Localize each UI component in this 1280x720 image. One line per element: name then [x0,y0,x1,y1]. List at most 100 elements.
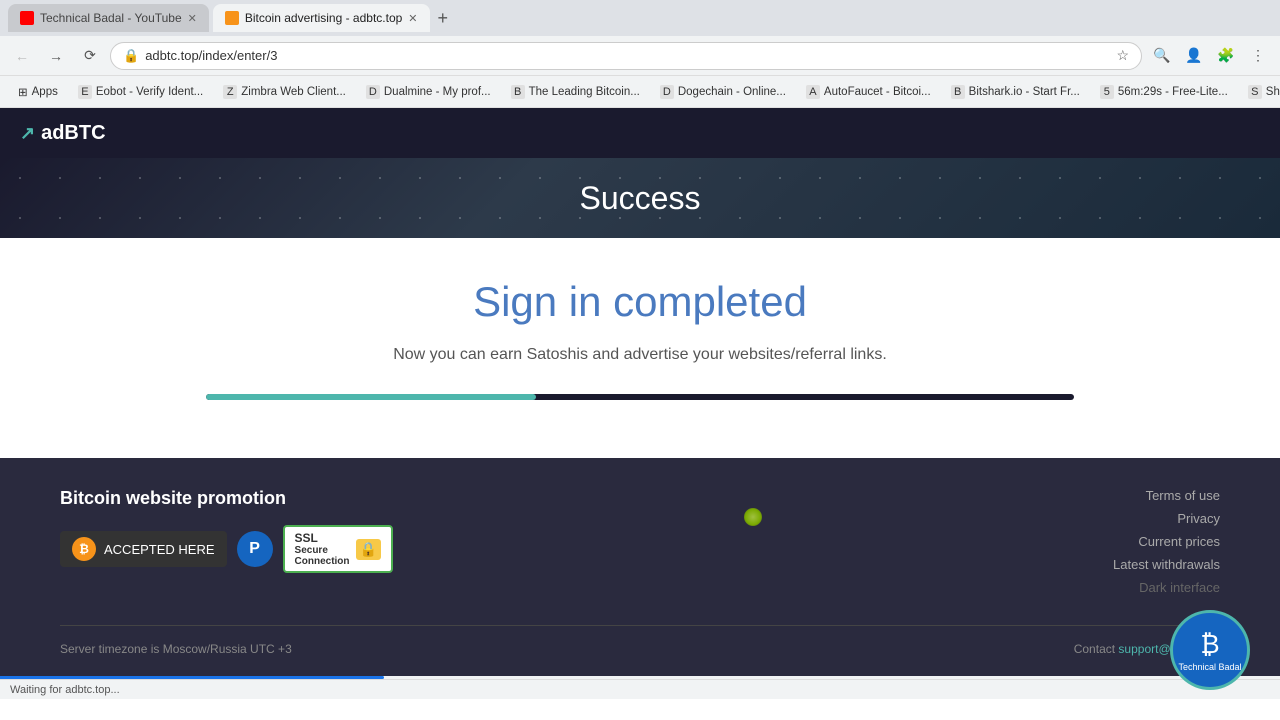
bookmark-dualmine-favicon: D [366,85,380,99]
bookmark-eobot[interactable]: E Eobot - Verify Ident... [70,83,211,101]
progress-bar-container [206,394,1074,400]
site-logo[interactable]: ↗ adBTC [20,122,106,145]
current-prices-link[interactable]: Current prices [1113,534,1220,549]
bookmark-zimbra[interactable]: Z Zimbra Web Client... [215,83,354,101]
bookmark-56m-favicon: 5 [1100,85,1114,99]
search-icon-btn[interactable]: 🔍 [1148,42,1176,70]
tab-youtube-close[interactable]: ✕ [188,12,197,25]
bookmark-dualmine-label: Dualmine - My prof... [384,86,491,98]
ssl-line2: Secure [295,545,350,556]
bookmark-zimbra-label: Zimbra Web Client... [241,86,346,98]
bookmark-dogechain[interactable]: D Dogechain - Online... [652,83,794,101]
payeer-letter: P [249,540,260,558]
bookmark-56m[interactable]: 5 56m:29s - Free-Lite... [1092,83,1236,101]
bookmark-autofaucet-label: AutoFaucet - Bitcoi... [824,86,931,98]
bookmark-shortlinks-label: Shortlinks | BTC Fau... [1266,86,1280,98]
browser-frame: Technical Badal - YouTube ✕ Bitcoin adve… [0,0,1280,699]
bookmark-shortlinks-favicon: S [1248,85,1262,99]
btc-badge-text: ACCEPTED HERE [104,542,215,557]
bookmark-bitshark[interactable]: B Bitshark.io - Start Fr... [943,83,1088,101]
footer-bottom: Server timezone is Moscow/Russia UTC +3 … [60,625,1220,656]
bookmark-bitshark-favicon: B [951,85,965,99]
user-avatar-bubble[interactable]: ₿ Technical Badal [1170,610,1250,690]
ssl-badge: SSL Secure Connection 🔒 [283,525,393,573]
hero-title: Success [580,180,701,217]
latest-withdrawals-link[interactable]: Latest withdrawals [1113,557,1220,572]
logo-text: adBTC [41,122,105,145]
bookmark-autofaucet-favicon: A [806,85,820,99]
tab-adbtc-close[interactable]: ✕ [408,12,417,25]
bookmark-dualmine[interactable]: D Dualmine - My prof... [358,83,499,101]
ssl-text: SSL Secure Connection [295,531,350,567]
footer-center-space [393,488,1113,548]
logo-arrow-icon: ↗ [20,123,35,144]
apps-icon: ⊞ [18,85,28,99]
profile-icon-btn[interactable]: 👤 [1180,42,1208,70]
browser-title-bar: Technical Badal - YouTube ✕ Bitcoin adve… [0,0,1280,36]
btc-icon: ₿ [72,537,96,561]
status-bar: Waiting for adbtc.top... [0,679,1280,699]
site-footer: Bitcoin website promotion ₿ ACCEPTED HER… [0,458,1280,676]
footer-promo-title: Bitcoin website promotion [60,488,393,509]
browser-nav-bar: ← → ⟳ 🔒 adbtc.top/index/enter/3 ☆ 🔍 👤 🧩 … [0,36,1280,76]
bookmark-56m-label: 56m:29s - Free-Lite... [1118,86,1228,98]
tab-youtube-favicon [20,11,34,25]
bookmark-leading-label: The Leading Bitcoin... [529,86,640,98]
address-text: adbtc.top/index/enter/3 [145,48,1110,63]
bookmark-dogechain-label: Dogechain - Online... [678,86,786,98]
bookmark-apps[interactable]: ⊞ Apps [10,83,66,101]
btc-accepted-badge: ₿ ACCEPTED HERE [60,531,227,567]
tab-youtube-label: Technical Badal - YouTube [40,11,182,25]
footer-left: Bitcoin website promotion ₿ ACCEPTED HER… [60,488,393,573]
footer-center [393,488,1113,548]
address-bar[interactable]: 🔒 adbtc.top/index/enter/3 ☆ [110,42,1142,70]
footer-timezone: Server timezone is Moscow/Russia UTC +3 [60,642,292,656]
bookmark-shortlinks[interactable]: S Shortlinks | BTC Fau... [1240,83,1280,101]
payeer-badge: P [237,531,273,567]
privacy-link[interactable]: Privacy [1113,511,1220,526]
new-tab-button[interactable]: + [438,8,449,29]
cursor-dot [744,508,762,526]
dark-interface-link[interactable]: Dark interface [1113,580,1220,595]
tab-adbtc-favicon [225,11,239,25]
browser-loading-fill [0,676,384,679]
bookmark-star-icon[interactable]: ☆ [1116,47,1129,64]
lock-icon: 🔒 [123,48,139,64]
bookmark-eobot-favicon: E [78,85,92,99]
status-text: Waiting for adbtc.top... [10,684,120,696]
browser-loading-bar [0,676,1280,679]
avatar-label: Technical Badal [1178,662,1241,672]
avatar-btc-icon: ₿ [1200,629,1219,660]
footer-badges: ₿ ACCEPTED HERE P SSL Secure Connection [60,525,393,573]
ssl-line3: Connection [295,556,350,567]
ssl-line1: SSL [295,531,350,545]
back-button[interactable]: ← [8,42,36,70]
bookmark-eobot-label: Eobot - Verify Ident... [96,86,203,98]
bookmark-leading-bitcoin[interactable]: B The Leading Bitcoin... [503,83,648,101]
ssl-lock-icon: 🔒 [356,539,381,560]
extensions-icon-btn[interactable]: 🧩 [1212,42,1240,70]
success-title: Sign in completed [20,278,1260,326]
bookmark-leading-favicon: B [511,85,525,99]
nav-icons: 🔍 👤 🧩 ⋮ [1148,42,1272,70]
settings-icon-btn[interactable]: ⋮ [1244,42,1272,70]
main-content: Sign in completed Now you can earn Satos… [0,238,1280,438]
forward-button[interactable]: → [42,42,70,70]
bookmark-apps-label: Apps [32,86,58,98]
contact-label: Contact [1074,642,1115,656]
page-content: ↗ adBTC Success Sign in completed Now yo… [0,108,1280,676]
bookmark-bitshark-label: Bitshark.io - Start Fr... [969,86,1080,98]
terms-of-use-link[interactable]: Terms of use [1113,488,1220,503]
success-subtitle: Now you can earn Satoshis and advertise … [20,346,1260,364]
reload-button[interactable]: ⟳ [76,42,104,70]
footer-right: Terms of use Privacy Current prices Late… [1113,488,1220,595]
bookmarks-bar: ⊞ Apps E Eobot - Verify Ident... Z Zimbr… [0,76,1280,108]
bookmark-zimbra-favicon: Z [223,85,237,99]
bookmark-autofaucet[interactable]: A AutoFaucet - Bitcoi... [798,83,939,101]
tab-youtube[interactable]: Technical Badal - YouTube ✕ [8,4,209,32]
footer-inner: Bitcoin website promotion ₿ ACCEPTED HER… [60,488,1220,595]
tab-adbtc[interactable]: Bitcoin advertising - adbtc.top ✕ [213,4,430,32]
progress-bar-fill [206,394,536,400]
bookmark-dogechain-favicon: D [660,85,674,99]
hero-banner: Success [0,158,1280,238]
